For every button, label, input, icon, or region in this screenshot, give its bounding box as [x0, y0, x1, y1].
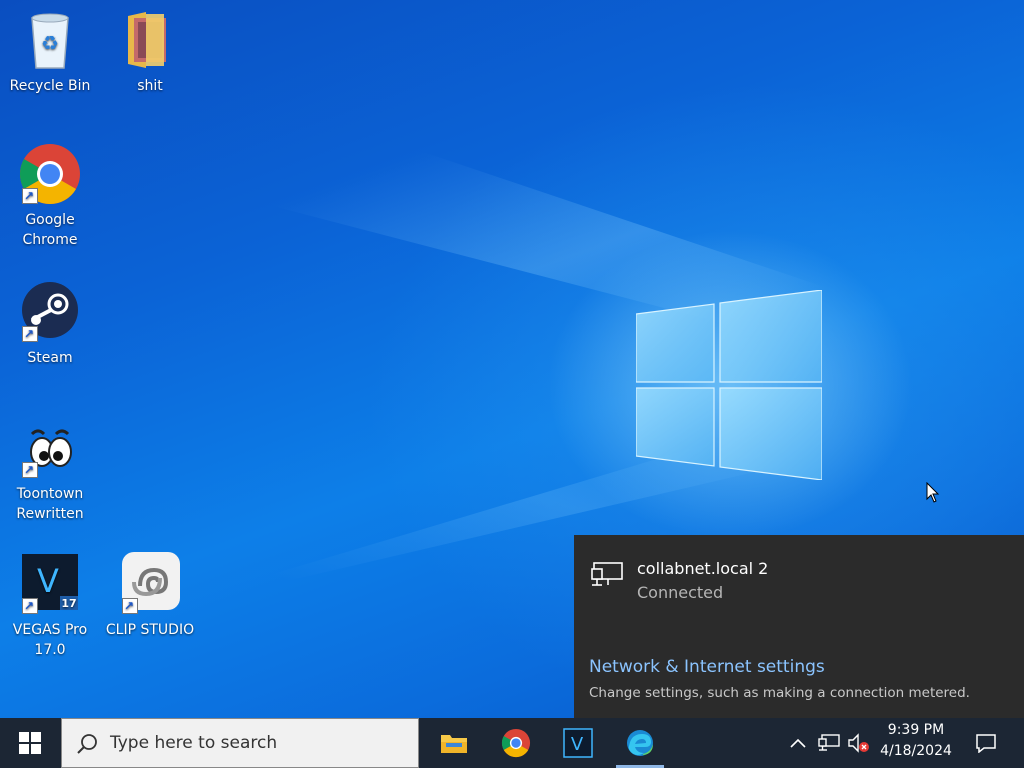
tray-network[interactable] [814, 718, 844, 768]
network-icon [818, 734, 840, 751]
desktop-icon-toontown[interactable]: Toontown Rewritten [2, 416, 98, 524]
ethernet-network-icon [591, 562, 623, 586]
taskbar: Type here to search V 9:39 PM 4/18/2024 [0, 718, 1024, 768]
svg-text:17: 17 [61, 597, 76, 610]
clock-time: 9:39 PM [887, 722, 945, 738]
desktop-icon-chrome[interactable]: Google Chrome [2, 142, 98, 250]
edge-icon [627, 730, 653, 756]
shortcut-arrow-icon [22, 324, 38, 344]
taskbar-edge[interactable] [614, 718, 666, 768]
desktop-icon-label: Recycle Bin [9, 78, 91, 94]
taskbar-clock[interactable]: 9:39 PM 4/18/2024 [866, 720, 966, 762]
desktop-icon-label: Steam [27, 350, 73, 366]
chevron-up-icon [790, 738, 806, 748]
desktop-icon-label: CLIP STUDIO [105, 622, 195, 638]
network-status: Connected [637, 583, 724, 602]
shortcut-arrow-icon [22, 460, 38, 480]
network-name[interactable]: collabnet.local 2 [637, 559, 768, 578]
start-button[interactable] [0, 718, 60, 768]
shortcut-arrow-icon [22, 186, 38, 206]
svg-text:♻: ♻ [41, 31, 59, 55]
taskbar-chrome[interactable] [490, 718, 542, 768]
desktop-icon-vegas[interactable]: V 17 VEGAS Pro 17.0 [2, 552, 98, 660]
desktop-icon-recycle-bin[interactable]: ♻ Recycle Bin [2, 8, 98, 96]
windows-logo-wallpaper [636, 290, 822, 480]
svg-text:V: V [571, 734, 584, 755]
folder-icon [128, 12, 166, 68]
desktop-icon-clip-studio[interactable]: CLIP STUDIO [102, 552, 198, 640]
desktop-icon-folder[interactable]: shit [102, 8, 198, 96]
mouse-cursor-icon [926, 482, 940, 503]
desktop-icon-label: Toontown Rewritten [16, 486, 84, 522]
shortcut-arrow-icon [122, 596, 138, 616]
desktop-icon-label: shit [137, 78, 163, 94]
desktop-icon-label: Google Chrome [22, 212, 78, 248]
action-center-button[interactable] [966, 718, 1006, 768]
network-flyout: collabnet.local 2 Connected Network & In… [574, 535, 1024, 718]
taskbar-search-box[interactable]: Type here to search [61, 718, 419, 768]
network-settings-link[interactable]: Network & Internet settings [589, 657, 825, 677]
tray-overflow[interactable] [786, 718, 810, 768]
network-settings-description: Change settings, such as making a connec… [589, 685, 970, 701]
taskbar-vegas[interactable]: V [552, 718, 604, 768]
windows-start-icon [19, 732, 41, 754]
notification-icon [976, 734, 996, 753]
chrome-icon [501, 728, 531, 758]
shortcut-arrow-icon [22, 596, 38, 616]
desktop-icon-steam[interactable]: Steam [2, 280, 98, 368]
search-icon [77, 734, 97, 754]
desktop-icon-label: VEGAS Pro 17.0 [12, 622, 88, 658]
taskbar-file-explorer[interactable] [428, 718, 480, 768]
vegas-icon: V [563, 728, 593, 758]
search-placeholder: Type here to search [110, 733, 278, 753]
svg-text:V: V [37, 562, 59, 600]
clock-date: 4/18/2024 [880, 743, 952, 759]
recycle-bin-icon: ♻ [31, 13, 69, 69]
file-explorer-icon [441, 735, 467, 753]
